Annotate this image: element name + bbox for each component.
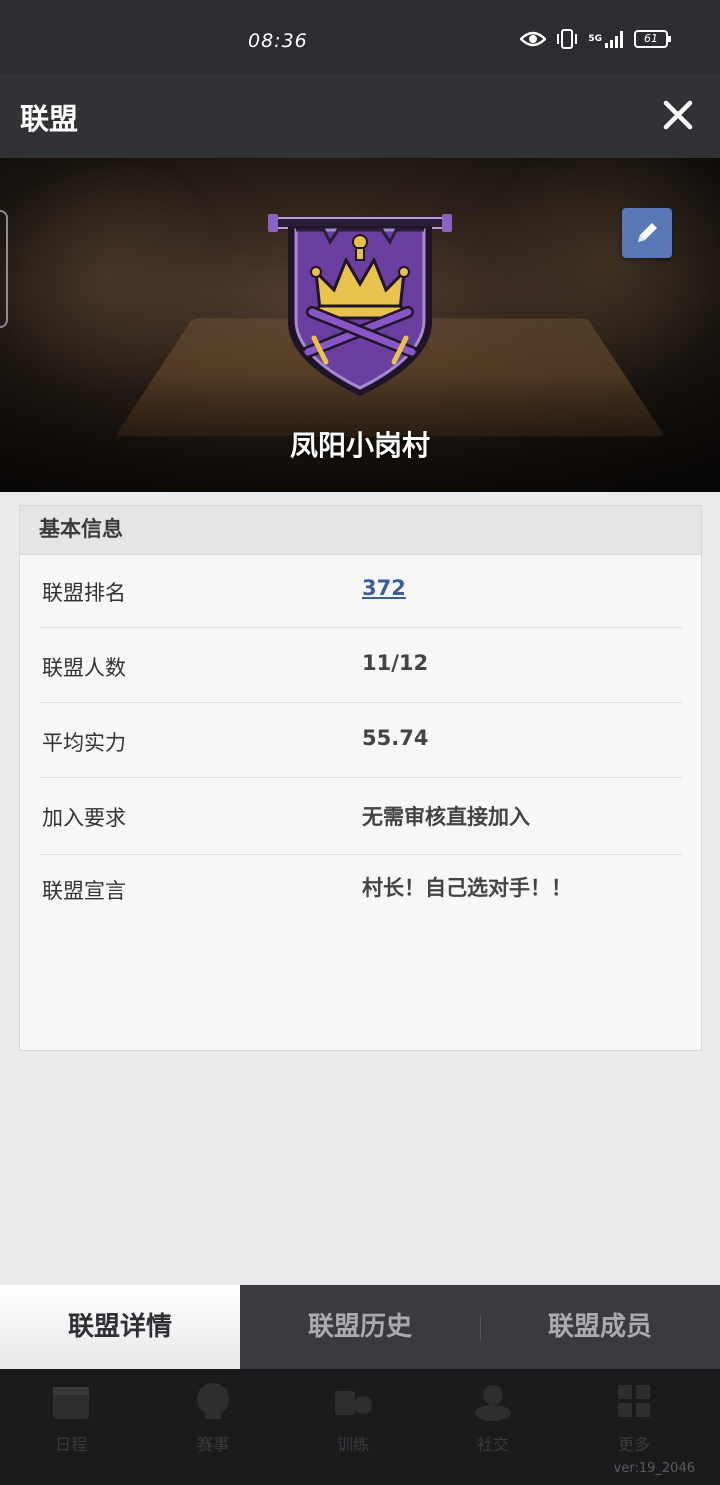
calendar-icon — [53, 1387, 89, 1419]
info-row-declaration: 联盟宣言 村长！自己选对手！！ — [40, 855, 682, 930]
league-banner: 凤阳小岗村 — [0, 158, 720, 492]
rank-value-link[interactable]: 372 — [362, 576, 406, 600]
battery-level: 61 — [644, 32, 658, 45]
close-icon — [663, 100, 693, 130]
pencil-icon — [638, 223, 657, 242]
info-row-rank: 联盟排名 372 — [40, 553, 682, 628]
status-bar: 08:36 5G 61 — [0, 0, 720, 74]
training-icon — [335, 1391, 372, 1415]
strength-label: 平均实力 — [42, 731, 126, 755]
page-title: 联盟 — [20, 102, 79, 136]
league-name: 凤阳小岗村 — [289, 429, 430, 462]
globe-icon — [197, 1383, 229, 1419]
nav-item-more[interactable]: 更多 — [584, 1375, 684, 1465]
nav-item-events[interactable]: 赛事 — [163, 1375, 263, 1465]
basic-info-panel: 基本信息 联盟排名 372 联盟人数 11/12 平均实力 55.74 加入要求… — [19, 505, 702, 1051]
nav-item-social[interactable]: 社交 — [443, 1375, 543, 1465]
version-label: ver:19_2046 — [613, 1461, 695, 1476]
info-row-join-requirement: 加入要求 无需审核直接加入 — [40, 778, 682, 855]
status-icons: 5G 61 — [520, 28, 672, 50]
tab-league-members[interactable]: 联盟成员 — [480, 1285, 720, 1369]
group-icon — [475, 1385, 511, 1421]
league-emblem-icon — [268, 214, 452, 396]
side-drawer-handle[interactable] — [0, 210, 8, 328]
edit-button[interactable] — [622, 208, 672, 258]
status-time: 08:36 — [248, 30, 308, 52]
declaration-label: 联盟宣言 — [42, 879, 126, 903]
signal-icon: 5G — [588, 30, 624, 48]
nav-item-training[interactable]: 训练 — [303, 1375, 403, 1465]
eye-icon — [520, 30, 547, 48]
bottom-navigation: 日程 赛事 训练 社交 更多 ver:19_2046 — [0, 1369, 720, 1485]
tab-league-history[interactable]: 联盟历史 — [240, 1285, 480, 1369]
declaration-value: 村长！自己选对手！！ — [362, 876, 572, 900]
join-requirement-value: 无需审核直接加入 — [362, 805, 530, 829]
info-row-members: 联盟人数 11/12 — [40, 628, 682, 703]
strength-value: 55.74 — [362, 726, 429, 750]
panel-title: 基本信息 — [20, 506, 701, 555]
network-type: 5G — [588, 34, 602, 44]
nav-label-training: 训练 — [336, 1435, 369, 1454]
nav-label-schedule: 日程 — [54, 1435, 87, 1454]
nav-label-events: 赛事 — [196, 1435, 229, 1454]
title-bar: 联盟 — [0, 74, 720, 158]
nav-label-more: 更多 — [617, 1435, 650, 1454]
rank-label: 联盟排名 — [42, 581, 126, 605]
join-requirement-label: 加入要求 — [42, 806, 126, 830]
close-button[interactable] — [662, 99, 694, 131]
info-row-strength: 平均实力 55.74 — [40, 703, 682, 778]
vibrate-icon — [556, 28, 578, 50]
nav-label-social: 社交 — [476, 1435, 509, 1454]
grid-icon — [618, 1385, 650, 1417]
league-tabs: 联盟详情 联盟历史 联盟成员 — [0, 1285, 720, 1369]
members-value: 11/12 — [362, 651, 429, 675]
tab-league-details[interactable]: 联盟详情 — [0, 1285, 240, 1369]
members-label: 联盟人数 — [42, 656, 126, 680]
nav-item-schedule[interactable]: 日程 — [21, 1375, 121, 1465]
battery-icon: 61 — [634, 29, 672, 49]
